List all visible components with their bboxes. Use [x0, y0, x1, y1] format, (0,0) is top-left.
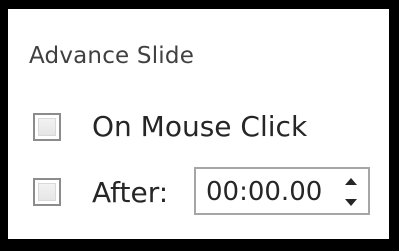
caret-up-icon[interactable]: [345, 178, 357, 185]
after-checkbox[interactable]: [33, 178, 61, 206]
on-mouse-click-checkbox[interactable]: [33, 113, 61, 141]
on-mouse-click-label[interactable]: On Mouse Click: [92, 110, 307, 143]
after-label[interactable]: After:: [92, 176, 168, 209]
advance-slide-panel: Advance Slide On Mouse Click After: 00:0…: [8, 9, 389, 239]
after-row: After: 00:00.00: [8, 166, 389, 218]
caret-down-icon[interactable]: [345, 199, 357, 206]
on-mouse-click-row: On Mouse Click: [8, 101, 389, 153]
checkbox-fill: [38, 183, 56, 201]
dialog-frame: Advance Slide On Mouse Click After: 00:0…: [0, 0, 399, 251]
group-title: Advance Slide: [29, 43, 195, 69]
after-time-input[interactable]: 00:00.00: [206, 177, 322, 207]
checkbox-fill: [38, 118, 56, 136]
after-time-spinner[interactable]: 00:00.00: [194, 167, 370, 215]
spinner-buttons: [342, 175, 362, 209]
